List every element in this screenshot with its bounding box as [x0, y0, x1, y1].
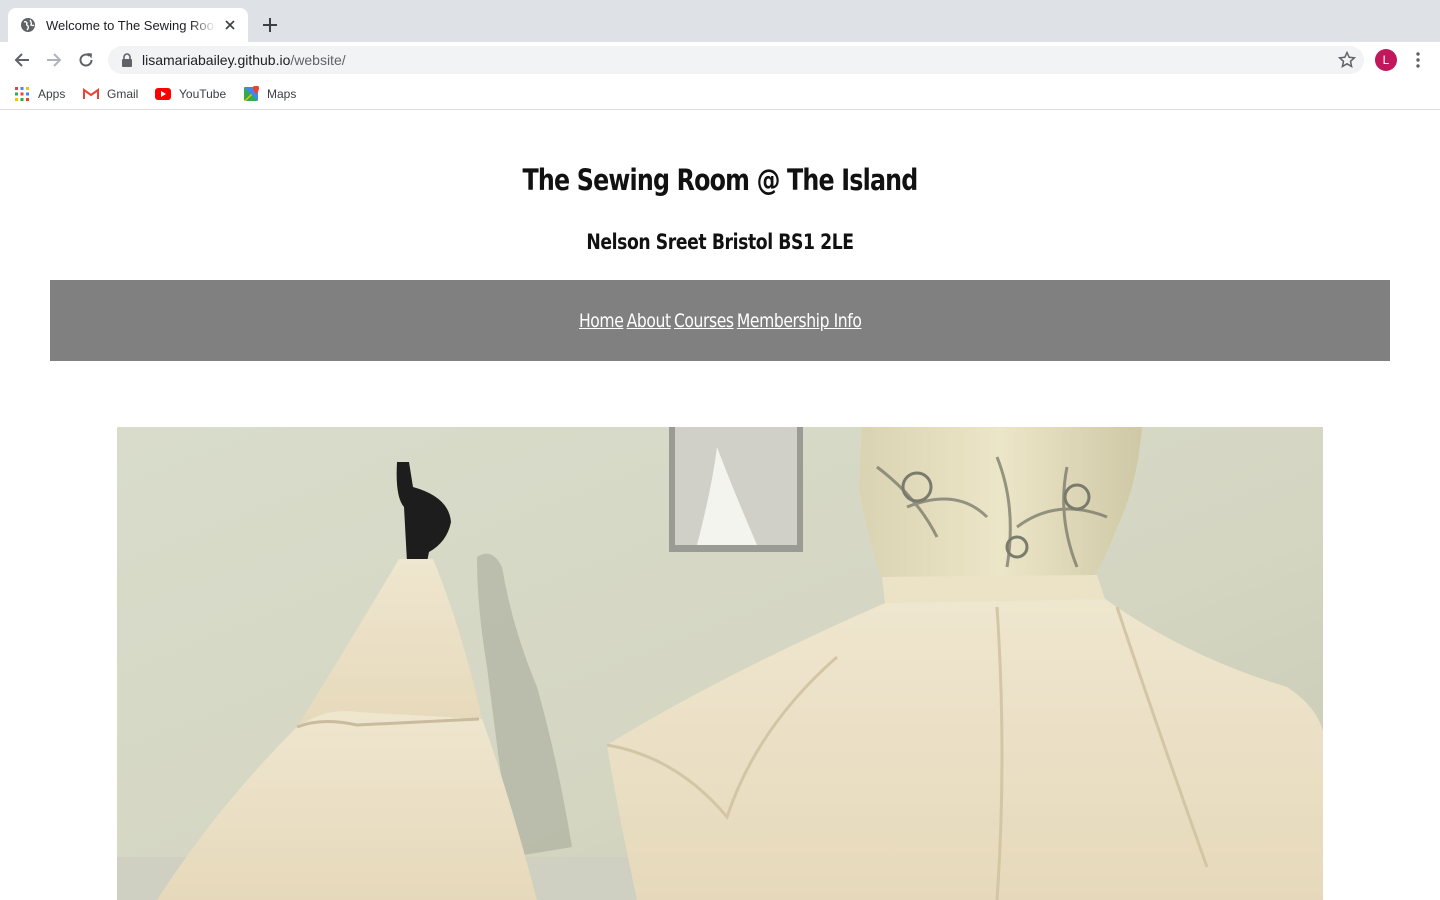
nav-link-home[interactable]: Home — [579, 310, 624, 332]
url-path: /website/ — [290, 52, 346, 68]
back-button[interactable] — [10, 48, 34, 72]
url-host: lisamariabailey.github.io — [142, 52, 291, 68]
tab-title: Welcome to The Sewing Room @ The Island — [46, 17, 216, 33]
close-tab-icon[interactable] — [222, 17, 238, 33]
bookmarks-bar: Apps Gmail YouTube Maps — [0, 78, 1440, 110]
nav-link-courses[interactable]: Courses — [674, 310, 734, 332]
youtube-icon — [155, 88, 171, 100]
nav-links: Home About Courses Membership Info — [579, 310, 862, 332]
globe-icon — [21, 18, 35, 32]
kebab-menu-icon — [1416, 52, 1420, 68]
arrow-left-icon — [14, 53, 29, 67]
profile-avatar[interactable]: L — [1375, 49, 1397, 71]
bookmark-star-icon[interactable] — [1338, 51, 1356, 69]
site-navbar: Home About Courses Membership Info — [50, 280, 1390, 361]
hero-image — [117, 427, 1323, 900]
tab-strip: Welcome to The Sewing Room @ The Island — [0, 0, 1440, 42]
bookmark-label: Gmail — [107, 87, 139, 101]
bookmark-label: YouTube — [179, 87, 227, 101]
gmail-icon — [83, 88, 99, 99]
browser-tab[interactable]: Welcome to The Sewing Room @ The Island — [8, 8, 248, 42]
bookmark-youtube[interactable]: YouTube — [155, 85, 226, 103]
site-title: The Sewing Room @ The Island — [522, 163, 918, 197]
browser-menu-button[interactable] — [1408, 48, 1428, 72]
bookmark-apps[interactable]: Apps — [14, 85, 65, 103]
plus-icon — [263, 18, 277, 32]
web-page: The Sewing Room @ The Island Nelson Sree… — [0, 111, 1440, 900]
reload-button[interactable] — [74, 48, 98, 72]
site-address: Nelson Sreet Bristol BS1 2LE — [586, 230, 854, 254]
new-tab-button[interactable] — [258, 13, 282, 37]
reload-icon — [79, 53, 93, 67]
bookmark-label: Apps — [38, 87, 66, 101]
url-text: lisamariabailey.github.io/website/ — [142, 52, 346, 68]
forward-button[interactable] — [42, 48, 66, 72]
nav-link-membership[interactable]: Membership Info — [737, 310, 862, 332]
nav-link-about[interactable]: About — [626, 310, 670, 332]
address-bar[interactable]: lisamariabailey.github.io/website/ — [108, 46, 1364, 74]
maps-icon — [244, 86, 259, 101]
bookmark-label: Maps — [267, 87, 297, 101]
bookmark-maps[interactable]: Maps — [243, 85, 296, 103]
arrow-right-icon — [47, 53, 62, 67]
browser-toolbar: lisamariabailey.github.io/website/ L — [0, 42, 1440, 78]
dress-forms-photo — [117, 427, 1323, 900]
apps-grid-icon — [15, 87, 29, 101]
lock-icon — [122, 53, 132, 67]
bookmark-gmail[interactable]: Gmail — [83, 85, 138, 103]
